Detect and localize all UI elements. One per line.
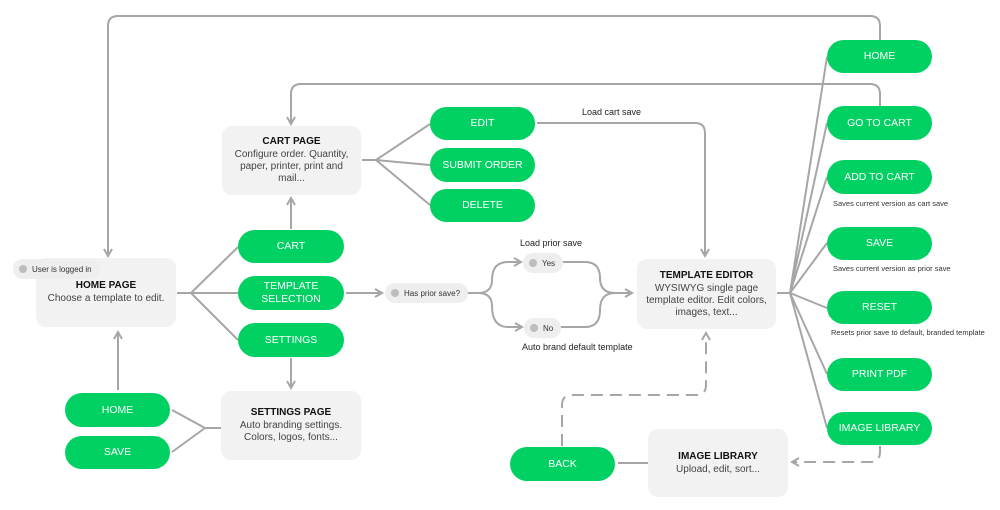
print-pdf-button[interactable]: PRINT PDF [827, 358, 932, 391]
template-selection-button[interactable]: TEMPLATE SELECTION [238, 276, 344, 310]
edge-settingsfan [171, 409, 221, 453]
node-title: SETTINGS PAGE [250, 407, 332, 418]
edge-label-auto-brand: Auto brand default template [522, 342, 633, 352]
no-label: No [543, 323, 554, 333]
add-to-cart-button[interactable]: ADD TO CART [827, 160, 932, 194]
badge-label: User is logged in [32, 264, 92, 274]
cart-button[interactable]: CART [238, 230, 344, 263]
reset-button[interactable]: RESET [827, 291, 932, 324]
cart-page-node: CART PAGE Configure order. Quantity, pap… [222, 126, 361, 195]
status-dot-icon [530, 324, 538, 332]
back-button[interactable]: BACK [510, 447, 615, 481]
decision-label: Has prior save? [404, 288, 461, 298]
add-to-cart-caption: Saves current version as cart save [833, 199, 949, 208]
node-title: HOME PAGE [75, 280, 137, 291]
image-library-node: IMAGE LIBRARY Upload, edit, sort... [648, 429, 788, 497]
node-desc: Configure order. Quantity, paper, printe… [234, 149, 349, 184]
edge-gotocart-to-cartpage [291, 83, 881, 124]
submit-order-button[interactable]: SUBMIT ORDER [430, 148, 535, 182]
status-dot-icon [529, 259, 537, 267]
edge-homefan [177, 246, 239, 341]
save-caption: Saves current version as prior save [833, 264, 951, 273]
decision-no: No [524, 318, 562, 338]
status-dot-icon [391, 289, 399, 297]
node-desc: Upload, edit, sort... [676, 463, 760, 475]
node-title: TEMPLATE EDITOR [659, 269, 754, 281]
edge-decision-branches [463, 261, 521, 328]
image-library-button[interactable]: IMAGE LIBRARY [827, 412, 932, 445]
edge-imagelibrary-to-library [792, 446, 881, 462]
settings-page-node: SETTINGS PAGE Auto branding settings. Co… [221, 391, 361, 460]
node-title: CART PAGE [262, 136, 321, 147]
settings-button[interactable]: SETTINGS [238, 323, 344, 357]
edit-button[interactable]: EDIT [430, 107, 535, 140]
decision-yes: Yes [523, 253, 564, 273]
settings-home-button[interactable]: HOME [65, 393, 170, 427]
node-desc: WYSIWYG single page template editor. Edi… [646, 282, 767, 318]
template-editor-node: TEMPLATE EDITOR WYSIWYG single page temp… [637, 259, 776, 329]
yes-label: Yes [542, 258, 556, 268]
edge-label-load-cart-save: Load cart save [582, 107, 642, 117]
edge-branches-to-editor [561, 261, 632, 328]
status-dot-icon [19, 265, 27, 273]
edge-cartfan [362, 123, 431, 206]
reset-caption: Resets prior save to default, branded te… [831, 328, 985, 337]
edge-editorfan [777, 56, 828, 429]
edge-label-load-prior-save: Load prior save [520, 238, 583, 248]
node-desc: Auto branding settings. Colors, logos, f… [239, 420, 343, 443]
editor-save-button[interactable]: SAVE [827, 227, 932, 260]
go-to-cart-button[interactable]: GO TO CART [827, 106, 932, 140]
decision-has-prior-save: Has prior save? [385, 283, 469, 303]
flow-diagram: HOME PAGE Choose a template to edit. Use… [0, 0, 1000, 510]
edge-edit-to-editor [537, 122, 705, 256]
delete-button[interactable]: DELETE [430, 189, 535, 222]
editor-home-button[interactable]: HOME [827, 40, 932, 73]
node-desc: Choose a template to edit. [47, 293, 165, 304]
node-title: IMAGE LIBRARY [678, 450, 758, 462]
settings-save-button[interactable]: SAVE [65, 436, 170, 469]
logged-in-badge: User is logged in [13, 259, 100, 279]
